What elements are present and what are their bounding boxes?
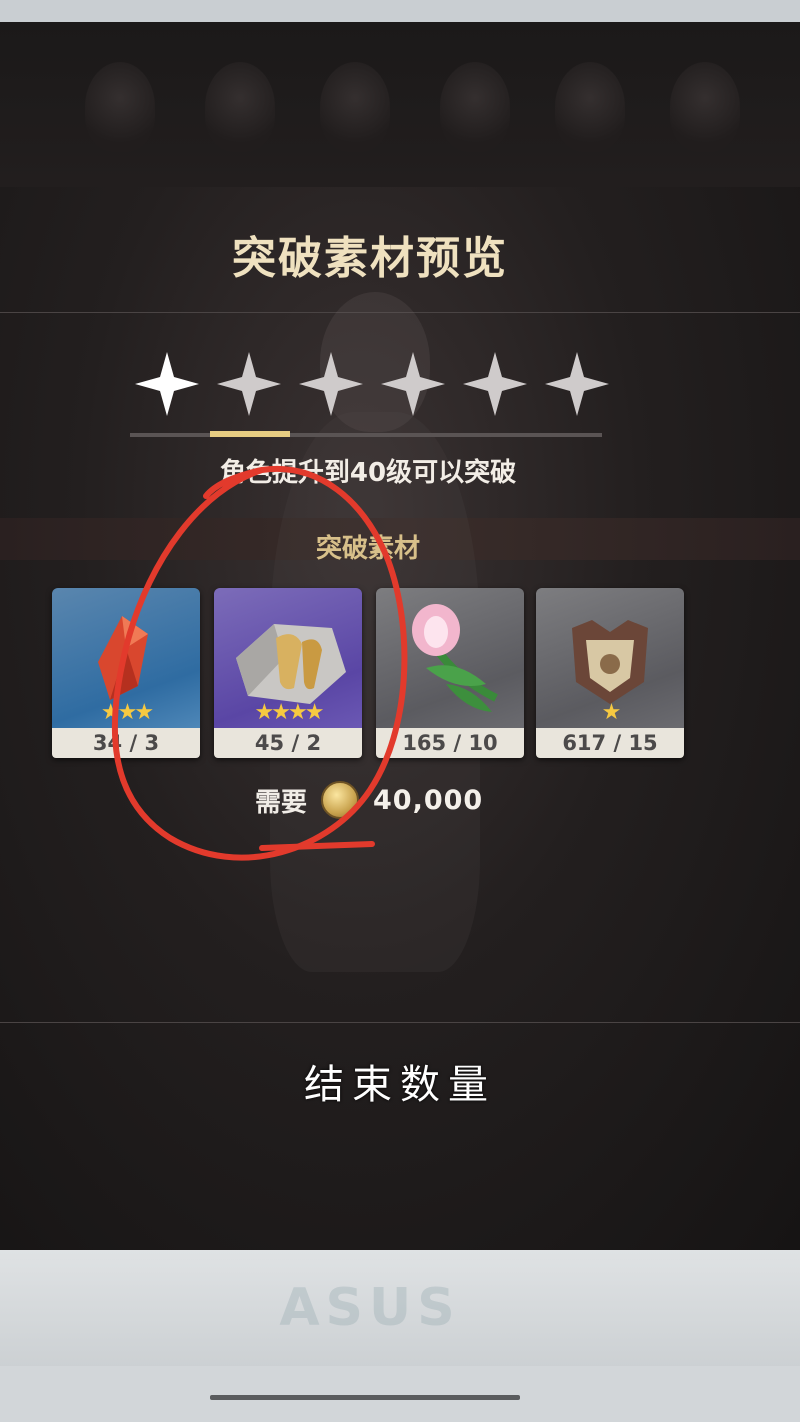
- rarity-stars: ★★★★: [254, 700, 325, 725]
- material-card[interactable]: ★★★★ 45 / 2: [214, 588, 362, 758]
- ascension-progress-fill: [210, 431, 290, 437]
- character-portrait[interactable]: [320, 62, 390, 152]
- material-card[interactable]: 165 / 10: [376, 588, 524, 758]
- monitor-base: [0, 1366, 800, 1422]
- cost-label: 需要: [255, 787, 308, 818]
- material-art: [376, 588, 524, 728]
- material-count: 165 / 10: [376, 728, 524, 758]
- ascension-star-icon: [215, 350, 283, 418]
- material-card[interactable]: ★★★ 34 / 3: [52, 588, 200, 758]
- pink-flower-icon: [412, 604, 498, 712]
- rarity-stars: ★★★: [100, 700, 154, 725]
- material-count: 617 / 15: [536, 728, 684, 758]
- character-portrait[interactable]: [205, 62, 275, 152]
- ascension-requirement-text: 角色提升到40级可以突破: [219, 458, 517, 488]
- character-portrait[interactable]: [440, 62, 510, 152]
- ascension-star-icon: [461, 350, 529, 418]
- mora-cost: 需要 40,000: [255, 780, 483, 820]
- ascension-stars: [133, 350, 613, 420]
- page-title: 突破素材预览: [232, 233, 508, 284]
- character-portrait[interactable]: [670, 62, 740, 152]
- ascension-progress-track: [130, 433, 602, 437]
- materials-section-label: 突破素材: [315, 534, 420, 564]
- monitor-brand-logo: ASUS: [279, 1278, 461, 1338]
- ascension-star-icon-active: [133, 350, 201, 418]
- material-card[interactable]: ★ 617 / 15: [536, 588, 684, 758]
- ascension-star-icon: [379, 350, 447, 418]
- divider: [0, 1022, 800, 1023]
- ascension-star-icon: [543, 350, 611, 418]
- cost-value: 40,000: [373, 784, 484, 816]
- character-portrait[interactable]: [555, 62, 625, 152]
- monitor-slot: [210, 1395, 520, 1400]
- material-count: 34 / 3: [52, 728, 200, 758]
- video-caption: 结束数量: [304, 1062, 496, 1108]
- material-count: 45 / 2: [214, 728, 362, 758]
- mora-coin-icon: [321, 781, 360, 819]
- rarity-stars: ★: [601, 700, 622, 725]
- character-portrait-strip: [0, 22, 800, 187]
- character-portrait[interactable]: [85, 62, 155, 152]
- ascension-star-icon: [297, 350, 365, 418]
